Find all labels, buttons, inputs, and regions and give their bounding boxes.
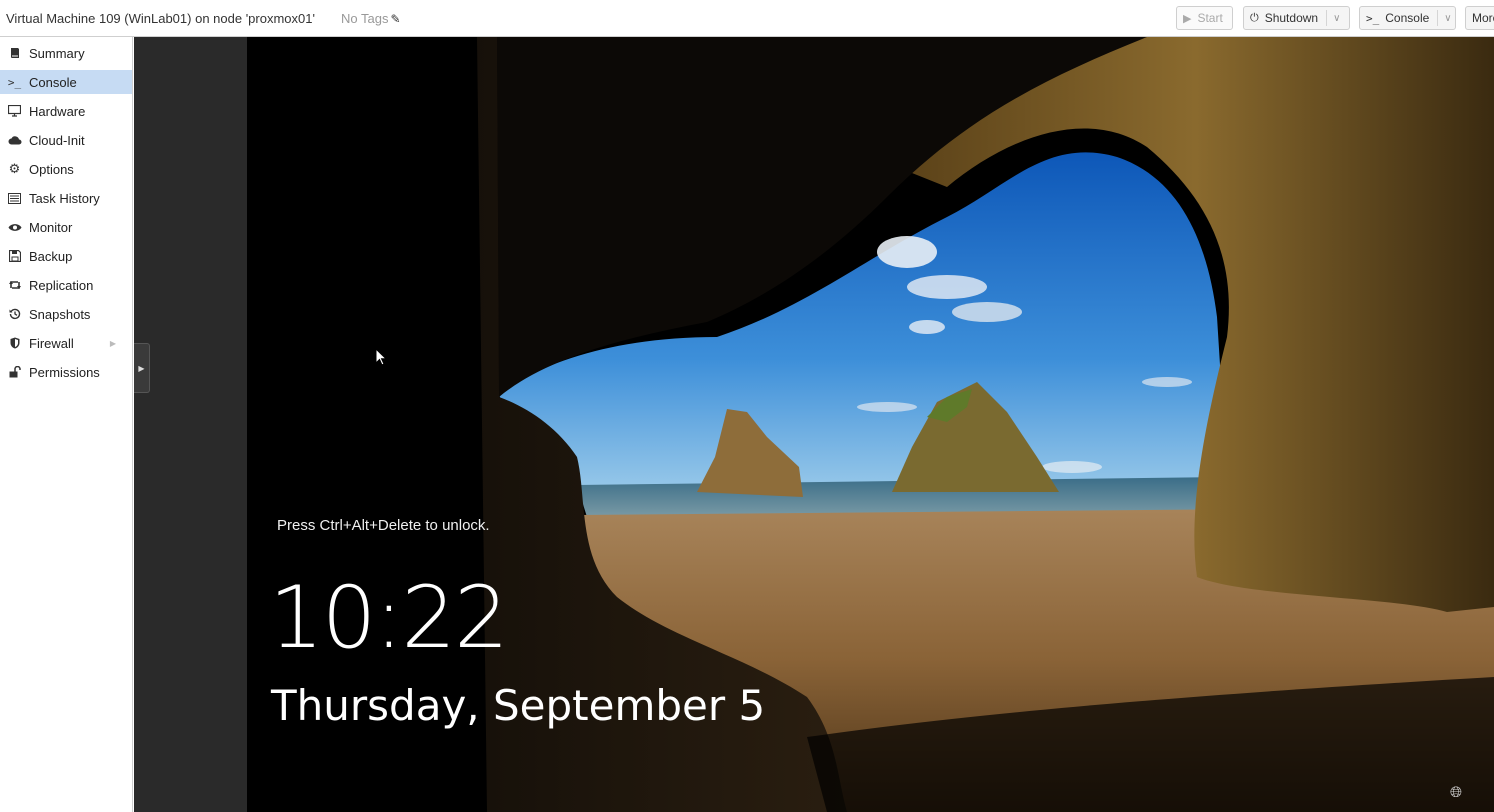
list-icon xyxy=(0,192,29,204)
start-button-label: Start xyxy=(1197,11,1223,25)
history-icon xyxy=(0,308,29,320)
sidebar-item-label: Monitor xyxy=(29,219,73,235)
eye-icon xyxy=(0,223,29,232)
book-icon xyxy=(0,47,29,59)
unlock-icon xyxy=(0,366,29,378)
terminal-icon: >_ xyxy=(1366,11,1380,25)
play-icon: ▶ xyxy=(1183,12,1192,25)
sidebar-item-console[interactable]: >_ Console xyxy=(0,70,132,94)
shutdown-button-label: Shutdown xyxy=(1264,11,1319,25)
caret-right-icon: ▶ xyxy=(138,363,145,373)
sidebar-item-permissions[interactable]: Permissions xyxy=(0,360,132,384)
sidebar-item-cloud-init[interactable]: Cloud-Init xyxy=(0,128,132,152)
terminal-icon: >_ xyxy=(7,75,22,89)
monitor-icon xyxy=(0,105,29,117)
globe-icon[interactable]: 🌐︎ xyxy=(1450,784,1462,801)
sidebar-item-hardware[interactable]: Hardware xyxy=(0,99,132,123)
sidebar-item-snapshots[interactable]: Snapshots xyxy=(0,302,132,326)
sidebar-item-replication[interactable]: Replication xyxy=(0,273,132,297)
retweet-icon xyxy=(0,280,29,290)
sidebar-item-label: Hardware xyxy=(29,103,86,119)
sidebar-item-label: Cloud-Init xyxy=(29,132,85,148)
sidebar-item-options[interactable]: ⚙ Options xyxy=(0,157,132,181)
more-button-label: More xyxy=(1472,11,1494,25)
mouse-cursor-icon xyxy=(375,347,388,371)
sidebar-item-label: Snapshots xyxy=(29,306,91,322)
chevron-down-icon[interactable]: ∨ xyxy=(1437,10,1452,26)
tags-editor[interactable]: No Tags ✎ xyxy=(341,11,401,26)
vm-console-screen[interactable]: Press Ctrl+Alt+Delete to unlock. 10:22 T… xyxy=(247,37,1494,812)
sidebar-item-label: Permissions xyxy=(29,364,100,380)
cloud-icon xyxy=(0,135,29,145)
floppy-icon xyxy=(0,250,29,262)
lockscreen-date: Thursday, September 5 xyxy=(271,681,766,730)
shutdown-button[interactable]: ⏻ Shutdown ∨ xyxy=(1243,6,1350,30)
sidebar-item-firewall[interactable]: Firewall ▶ xyxy=(0,331,132,355)
console-button[interactable]: >_ Console ∨ xyxy=(1359,6,1456,30)
sidebar-item-label: Replication xyxy=(29,277,94,293)
sidebar-item-backup[interactable]: Backup xyxy=(0,244,132,268)
chevron-down-icon[interactable]: ∨ xyxy=(1326,10,1340,26)
tags-label: No Tags xyxy=(341,11,389,26)
sidebar-item-label: Summary xyxy=(29,45,85,61)
expand-arrow-icon[interactable]: ▶ xyxy=(110,339,116,348)
sidebar-item-label: Console xyxy=(29,74,77,90)
console-button-label: Console xyxy=(1385,11,1430,25)
sidebar-item-label: Options xyxy=(29,161,74,177)
pencil-icon[interactable]: ✎ xyxy=(390,12,400,26)
gear-icon: ⚙ xyxy=(8,161,21,176)
sidebar-item-label: Firewall xyxy=(29,335,74,351)
sidebar-item-monitor[interactable]: Monitor xyxy=(0,215,132,239)
start-button[interactable]: ▶ Start xyxy=(1176,6,1233,30)
sidebar-item-label: Backup xyxy=(29,248,73,264)
top-header: Virtual Machine 109 (WinLab01) on node '… xyxy=(0,0,1494,37)
lockscreen-time: 10:22 xyxy=(269,568,509,668)
unlock-hint: Press Ctrl+Alt+Delete to unlock. xyxy=(277,517,490,534)
vm-title: Virtual Machine 109 (WinLab01) on node '… xyxy=(6,11,315,26)
collapse-handle[interactable]: ▶ xyxy=(134,343,150,393)
sidebar-item-label: Task History xyxy=(29,190,100,206)
more-button[interactable]: More xyxy=(1465,6,1494,30)
sidebar-nav: Summary >_ Console Hardware Cloud-Init ⚙… xyxy=(0,37,133,812)
sidebar-item-summary[interactable]: Summary xyxy=(0,41,132,65)
shield-icon xyxy=(0,337,29,349)
power-icon: ⏻ xyxy=(1250,11,1259,24)
sidebar-item-task-history[interactable]: Task History xyxy=(0,186,132,210)
